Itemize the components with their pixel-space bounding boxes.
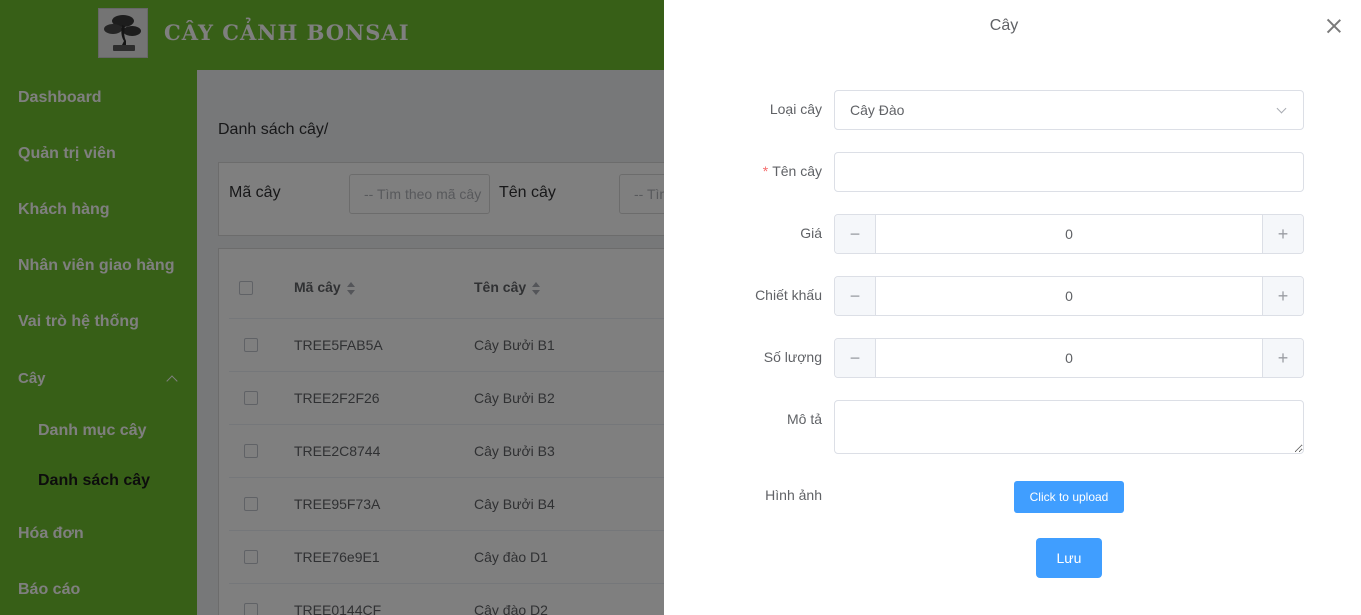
required-asterisk: * [762,163,769,179]
quantity-decrease-button[interactable]: − [835,339,876,377]
chevron-down-icon [1276,103,1287,114]
save-button[interactable]: Lưu [1036,538,1102,578]
price-stepper[interactable]: − 0 + [834,214,1304,254]
description-textarea[interactable] [834,400,1304,454]
discount-stepper[interactable]: − 0 + [834,276,1304,316]
category-select[interactable]: Cây Đào [834,90,1304,130]
category-select-value: Cây Đào [850,102,905,118]
discount-decrease-button[interactable]: − [835,277,876,315]
discount-value[interactable]: 0 [876,288,1262,304]
quantity-increase-button[interactable]: + [1262,339,1303,377]
discount-increase-button[interactable]: + [1262,277,1303,315]
price-decrease-button[interactable]: − [835,215,876,253]
close-icon[interactable] [1326,18,1342,34]
tree-name-label: * Tên cây [762,163,822,179]
discount-label: Chiết khấu [755,287,822,303]
description-label: Mô tả [786,411,822,427]
price-value[interactable]: 0 [876,226,1262,242]
drawer-title: Cây [989,17,1019,34]
price-label: Giá [800,225,822,241]
quantity-label: Số lượng [763,349,822,365]
upload-button[interactable]: Click to upload [1014,481,1124,513]
tree-name-input[interactable] [834,152,1304,192]
quantity-stepper[interactable]: − 0 + [834,338,1304,378]
quantity-value[interactable]: 0 [876,350,1262,366]
price-increase-button[interactable]: + [1262,215,1303,253]
category-label: Loại cây [769,101,822,117]
tree-form-drawer: Cây Loại cây Cây Đào * Tên cây Giá − 0 + … [664,0,1361,615]
image-label: Hình ảnh [765,487,822,503]
modal-overlay[interactable] [0,0,664,615]
